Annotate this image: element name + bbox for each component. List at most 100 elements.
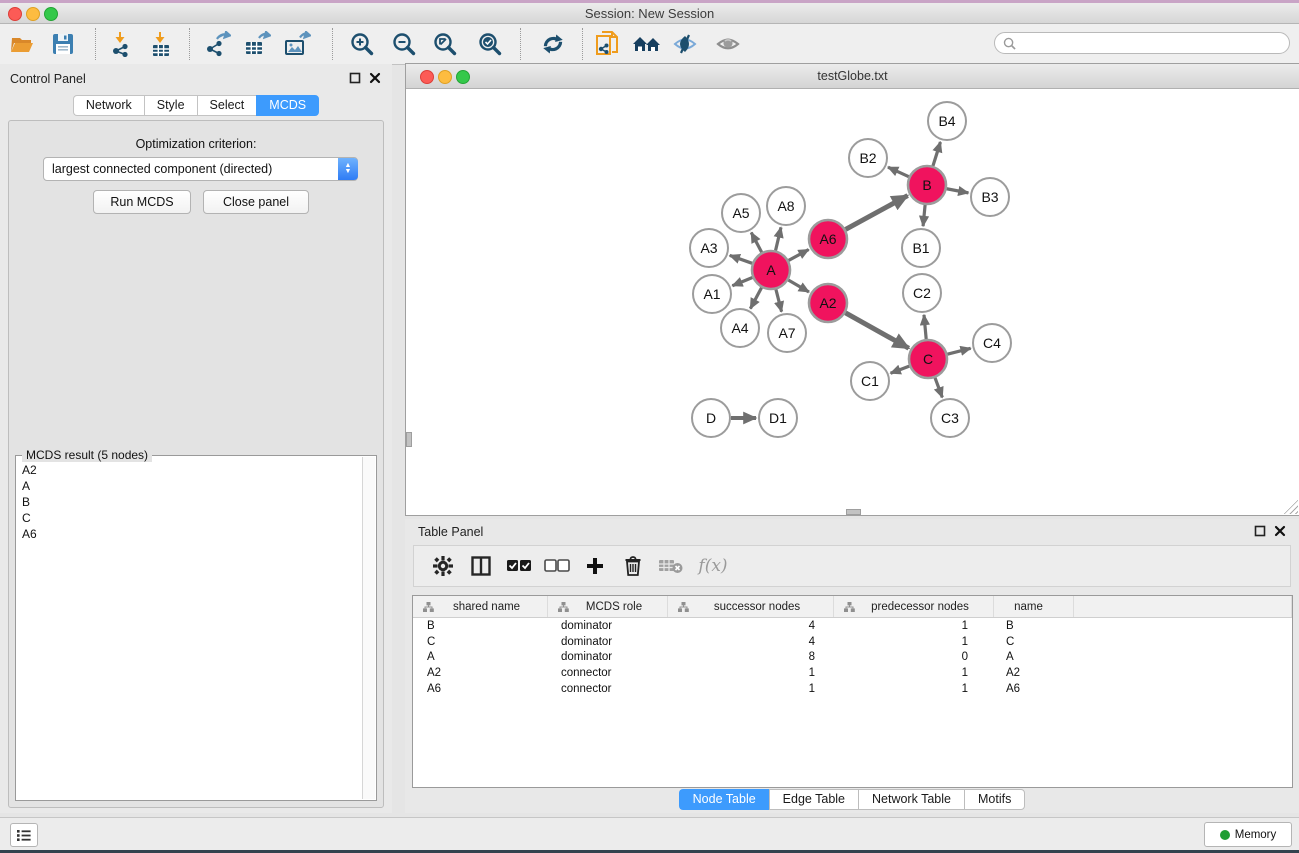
table-row[interactable]: A2connector11A2 (413, 665, 1292, 681)
edge-C-C2[interactable] (924, 315, 926, 339)
table-row[interactable]: Cdominator41C (413, 634, 1292, 650)
edge-A-A8[interactable] (776, 227, 781, 250)
cell: 0 (834, 651, 994, 663)
zoom-fit-icon[interactable] (430, 30, 460, 58)
import-table-icon[interactable] (146, 30, 176, 58)
network-from-selection-icon[interactable] (592, 30, 622, 58)
cell: dominator (548, 651, 668, 663)
vertical-scroll-thumb[interactable] (406, 432, 412, 447)
home-icon[interactable] (632, 30, 662, 58)
import-network-icon[interactable] (106, 30, 136, 58)
column-header-filler (1074, 596, 1292, 617)
network-view-window: testGlobe.txt B4B2BB3A5A8A6A3AB1A1C2A2A4… (405, 63, 1299, 516)
close-table-panel-icon[interactable] (1274, 525, 1287, 538)
column-header-name[interactable]: name (994, 596, 1074, 617)
search-field[interactable] (994, 32, 1290, 54)
close-panel-icon[interactable] (369, 72, 382, 85)
tab-select[interactable]: Select (197, 95, 257, 116)
memory-button[interactable]: Memory (1204, 822, 1292, 847)
zoom-in-icon[interactable] (347, 30, 377, 58)
result-item[interactable]: A6 (17, 526, 363, 542)
cell: 1 (834, 620, 994, 632)
tab-style[interactable]: Style (144, 95, 197, 116)
toolbar-separator (189, 28, 190, 60)
edge-A-A7[interactable] (776, 289, 782, 311)
criterion-dropdown[interactable]: largest connected component (directed) ▲… (43, 157, 358, 181)
edge-A-A1[interactable] (732, 278, 752, 286)
close-panel-button[interactable]: Close panel (203, 190, 309, 214)
export-image-icon[interactable] (282, 30, 312, 58)
tab-edge-table[interactable]: Edge Table (769, 789, 858, 810)
select-all-columns-icon[interactable] (506, 553, 532, 579)
settings-gear-icon[interactable] (430, 553, 456, 579)
result-item[interactable]: C (17, 510, 363, 526)
result-item[interactable]: B (17, 494, 363, 510)
result-scrollbar[interactable] (362, 457, 375, 799)
node-label-A6: A6 (819, 231, 836, 247)
network-graph-canvas[interactable]: B4B2BB3A5A8A6A3AB1A1C2A2A4A7CC4C1C3DD1 (406, 89, 1297, 514)
mcds-result-list[interactable]: A2ABCA6 (17, 462, 363, 799)
cell: dominator (548, 636, 668, 648)
edge-A6-B[interactable] (846, 196, 908, 230)
cell: connector (548, 667, 668, 679)
edge-B-B4[interactable] (933, 142, 940, 166)
edge-C-C3[interactable] (935, 378, 942, 398)
node-label-C: C (923, 351, 933, 367)
column-header-predecessor-nodes[interactable]: predecessor nodes (834, 596, 994, 617)
result-item[interactable]: A (17, 478, 363, 494)
edge-A2-C[interactable] (845, 313, 908, 348)
edge-A-A5[interactable] (751, 232, 761, 252)
zoom-selected-icon[interactable] (475, 30, 505, 58)
column-view-icon[interactable] (468, 553, 494, 579)
tab-node-table[interactable]: Node Table (679, 789, 769, 810)
add-column-icon[interactable] (582, 553, 608, 579)
table-row[interactable]: Adominator80A (413, 650, 1292, 666)
tab-motifs[interactable]: Motifs (964, 789, 1025, 810)
table-header-row[interactable]: shared nameMCDS rolesuccessor nodesprede… (413, 596, 1292, 618)
export-table-icon[interactable] (242, 30, 272, 58)
refresh-icon[interactable] (538, 30, 568, 58)
node-table[interactable]: shared nameMCDS rolesuccessor nodesprede… (412, 595, 1293, 788)
float-table-panel-icon[interactable] (1254, 525, 1267, 538)
cell: 1 (834, 667, 994, 679)
run-mcds-button[interactable]: Run MCDS (93, 190, 191, 214)
edge-C-C1[interactable] (891, 366, 910, 373)
tab-mcds[interactable]: MCDS (256, 95, 319, 116)
edge-C-C4[interactable] (947, 348, 970, 354)
horizontal-scroll-thumb[interactable] (846, 509, 861, 515)
edge-B-B3[interactable] (947, 189, 969, 193)
export-network-icon[interactable] (202, 30, 232, 58)
delete-column-icon[interactable] (620, 553, 646, 579)
tab-network[interactable]: Network (73, 95, 144, 116)
edge-A-A2[interactable] (788, 280, 809, 292)
search-input[interactable] (1021, 35, 1289, 51)
node-label-C1: C1 (861, 373, 879, 389)
network-window-titlebar: testGlobe.txt (406, 64, 1299, 89)
tab-network-table[interactable]: Network Table (858, 789, 964, 810)
column-header-MCDS-role[interactable]: MCDS role (548, 596, 668, 617)
deselect-all-columns-icon[interactable] (544, 553, 570, 579)
save-session-icon[interactable] (48, 30, 78, 58)
zoom-out-icon[interactable] (389, 30, 419, 58)
column-header-successor-nodes[interactable]: successor nodes (668, 596, 834, 617)
edge-B-B2[interactable] (888, 167, 909, 177)
edge-A-A6[interactable] (789, 250, 809, 261)
edge-A-A4[interactable] (750, 288, 761, 309)
column-type-icon (678, 602, 689, 612)
column-header-shared-name[interactable]: shared name (413, 596, 548, 617)
task-history-button[interactable] (10, 823, 38, 847)
table-body[interactable]: Bdominator41BCdominator41CAdominator80AA… (413, 618, 1292, 697)
float-panel-icon[interactable] (349, 72, 362, 85)
edge-B-B1[interactable] (923, 205, 925, 226)
hide-selected-icon[interactable] (670, 30, 700, 58)
column-type-icon (423, 602, 434, 612)
edge-A-A3[interactable] (730, 255, 752, 263)
table-row[interactable]: A6connector11A6 (413, 681, 1292, 697)
show-all-icon[interactable] (713, 30, 743, 58)
result-item[interactable]: A2 (17, 462, 363, 478)
table-row[interactable]: Bdominator41B (413, 618, 1292, 634)
cell: A2 (413, 667, 548, 679)
toolbar-separator (95, 28, 96, 60)
open-file-icon[interactable] (6, 30, 36, 58)
network-title: testGlobe.txt (406, 69, 1299, 83)
